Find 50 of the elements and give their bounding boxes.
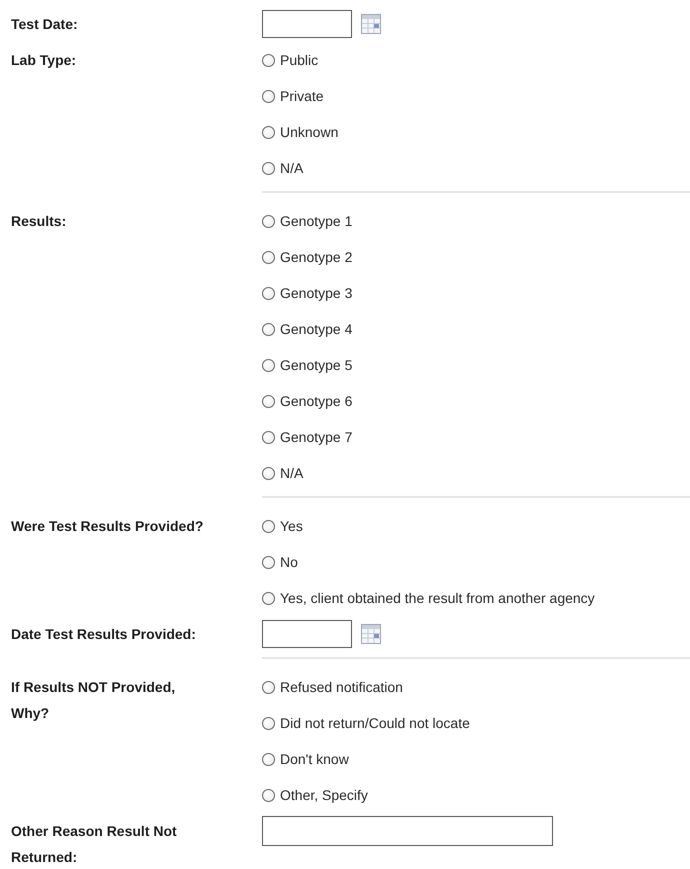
calendar-icon[interactable] xyxy=(361,624,381,644)
option-label: Unknown xyxy=(280,124,338,140)
option-label: Refused notification xyxy=(280,679,403,695)
calendar-icon[interactable] xyxy=(361,14,381,34)
option-label: Genotype 6 xyxy=(280,393,352,409)
option-label: Genotype 4 xyxy=(280,321,352,337)
input-field[interactable] xyxy=(262,816,553,846)
radio-button[interactable] xyxy=(262,752,275,766)
radio-button[interactable] xyxy=(262,680,275,694)
field-label: Date Test Results Provided: xyxy=(10,625,197,644)
radio-button[interactable] xyxy=(262,250,275,264)
radio-button[interactable] xyxy=(262,90,275,102)
option-label: No xyxy=(280,554,298,570)
option-label: Genotype 2 xyxy=(280,249,352,265)
option-label: N/A xyxy=(280,465,304,481)
radio-button[interactable] xyxy=(262,322,275,336)
option-label: Genotype 3 xyxy=(280,285,352,301)
radio-button[interactable] xyxy=(262,592,275,604)
radio-button[interactable] xyxy=(262,54,275,66)
radio-button[interactable] xyxy=(262,716,275,730)
radio-button[interactable] xyxy=(262,214,275,228)
radio-button[interactable] xyxy=(262,286,275,300)
option-label: Did not return/Could not locate xyxy=(280,715,470,731)
option-label: N/A xyxy=(280,160,304,176)
radio-button[interactable] xyxy=(262,520,275,532)
option-label: Genotype 7 xyxy=(280,429,352,445)
field-label: If Results NOT Provided, Why? xyxy=(10,678,176,723)
option-label: Genotype 5 xyxy=(280,357,352,373)
radio-button[interactable] xyxy=(262,394,275,408)
option-label: Yes xyxy=(280,518,303,534)
field-label: Lab Type: xyxy=(10,51,78,70)
radio-button[interactable] xyxy=(262,556,275,568)
option-label: Genotype 1 xyxy=(280,213,352,229)
radio-button[interactable] xyxy=(262,430,275,444)
field-label: Results: xyxy=(10,212,68,231)
option-label: Public xyxy=(280,52,318,68)
option-label: Yes, client obtained the result from another agency xyxy=(280,590,595,606)
option-label: Private xyxy=(280,88,324,104)
option-label: Don't know xyxy=(280,751,349,767)
date-field[interactable] xyxy=(262,620,352,648)
radio-button[interactable] xyxy=(262,358,275,372)
radio-button[interactable] xyxy=(262,126,275,138)
radio-button[interactable] xyxy=(262,162,275,174)
field-label: Other Reason Result Not Returned: xyxy=(10,822,178,867)
radio-button[interactable] xyxy=(262,466,275,480)
field-label: Were Test Results Provided? xyxy=(10,517,204,536)
field-label: Test Date: xyxy=(10,15,79,34)
option-label: Other, Specify xyxy=(280,787,368,803)
date-field[interactable] xyxy=(262,10,352,38)
radio-button[interactable] xyxy=(262,788,275,802)
